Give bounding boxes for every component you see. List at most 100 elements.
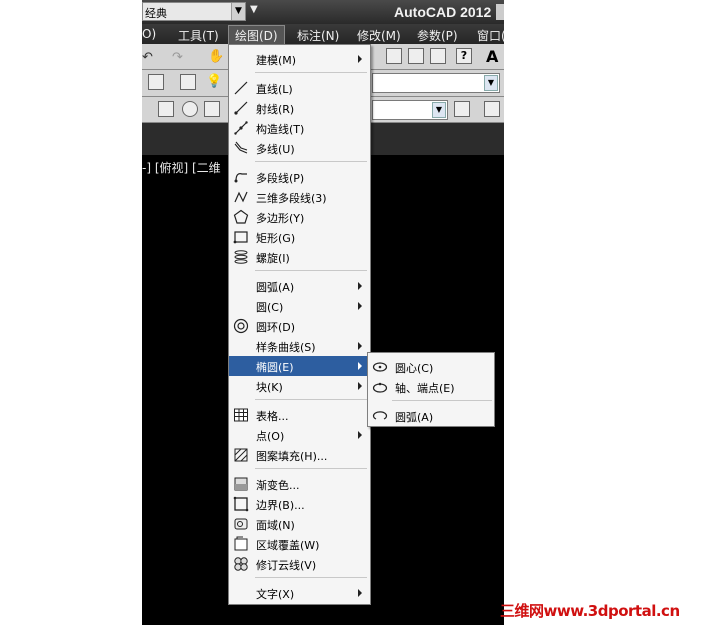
layer-states-icon[interactable]	[180, 74, 196, 90]
polyline-icon	[233, 169, 249, 185]
menu-item-multiline[interactable]: 多线(U)	[229, 138, 370, 158]
workspace-select[interactable]: 经典 ▼	[142, 2, 246, 21]
menu-item-hatch[interactable]: 图案填充(H)...	[229, 445, 370, 465]
menu-separator	[392, 400, 492, 401]
menu-item-view[interactable]: O)	[142, 27, 156, 41]
menu-item-wipeout[interactable]: 区域覆盖(W)	[229, 534, 370, 554]
submenu-arrow-icon	[358, 362, 362, 370]
menu-item-polyline[interactable]: 多段线(P)	[229, 167, 370, 187]
chevron-down-icon[interactable]: ▼	[484, 75, 498, 91]
hatch-icon	[233, 447, 249, 463]
menu-item-point[interactable]: 点(O)	[229, 425, 370, 445]
menu-item-helix[interactable]: 螺旋(I)	[229, 247, 370, 267]
menu-item-modeling[interactable]: 建模(M)	[229, 49, 370, 69]
ellipse-axis-icon	[372, 379, 388, 395]
block-icon[interactable]	[158, 101, 174, 117]
menu-item-rectangle[interactable]: 矩形(G)	[229, 227, 370, 247]
redo-icon[interactable]: ↷	[172, 50, 183, 65]
draw-menu: 建模(M) 直线(L) 射线(R) 构造线(T) 多线(U) 多段线(P) 三维…	[228, 44, 371, 605]
dimension-style-icon[interactable]	[454, 101, 470, 117]
submenu-arrow-icon	[358, 431, 362, 439]
multiline-icon	[233, 140, 249, 156]
boundary-icon	[233, 496, 249, 512]
line-icon	[233, 80, 249, 96]
submenu-arrow-icon	[358, 382, 362, 390]
app-title: AutoCAD 2012	[394, 4, 492, 20]
layer-properties-icon[interactable]	[148, 74, 164, 90]
menu-separator	[255, 161, 367, 162]
submenu-arrow-icon	[358, 55, 362, 63]
window-control-button[interactable]	[496, 4, 504, 20]
menu-item-text[interactable]: 文字(X)	[229, 583, 370, 603]
menu-item-dimension[interactable]: 标注(N)	[297, 27, 339, 44]
submenu-item-arc[interactable]: 圆弧(A)	[368, 406, 494, 426]
menu-item-spline[interactable]: 样条曲线(S)	[229, 336, 370, 356]
sheet-set-icon[interactable]	[408, 48, 424, 64]
text-style-icon[interactable]: A	[486, 47, 498, 66]
menu-item-construction-line[interactable]: 构造线(T)	[229, 118, 370, 138]
menu-item-region[interactable]: 面域(N)	[229, 514, 370, 534]
chevron-down-icon[interactable]: ▼	[231, 3, 245, 20]
menu-item-window[interactable]: 窗口(	[477, 27, 504, 44]
donut-icon	[233, 318, 249, 334]
elliptical-arc-icon	[372, 408, 388, 424]
menu-separator	[255, 468, 367, 469]
workspace-value: 经典	[145, 7, 167, 20]
chevron-down-icon[interactable]: ▼	[432, 102, 446, 118]
menu-separator	[255, 72, 367, 73]
gradient-icon	[233, 476, 249, 492]
menu-item-parametric[interactable]: 参数(P)	[417, 27, 458, 44]
help-icon[interactable]: ?	[456, 48, 472, 64]
ray-icon	[233, 100, 249, 116]
undo-icon[interactable]: ↶	[142, 50, 153, 65]
menu-item-block[interactable]: 块(K)	[229, 376, 370, 396]
menu-item-ray[interactable]: 射线(R)	[229, 98, 370, 118]
menu-item-tools[interactable]: 工具(T)	[178, 27, 219, 44]
layer-dropdown[interactable]: ▼	[372, 73, 500, 93]
watermark-logo: 三维网www.3dportal.cn	[500, 602, 680, 620]
submenu-arrow-icon	[358, 589, 362, 597]
viewport-label[interactable]: -] [俯视] [二维	[142, 159, 221, 176]
ellipse-center-icon	[372, 359, 388, 375]
menu-separator	[255, 577, 367, 578]
submenu-arrow-icon	[358, 342, 362, 350]
brush-icon[interactable]	[484, 101, 500, 117]
match-properties-icon[interactable]	[386, 48, 402, 64]
menu-item-donut[interactable]: 圆环(D)	[229, 316, 370, 336]
check-icon[interactable]	[204, 101, 220, 117]
menu-item-table[interactable]: 表格...	[229, 405, 370, 425]
light-bulb-icon[interactable]: 💡	[206, 74, 222, 89]
polygon-icon	[233, 209, 249, 225]
menu-item-circle[interactable]: 圆(C)	[229, 296, 370, 316]
table-icon	[233, 407, 249, 423]
menu-bar: O) 工具(T) 绘图(D) 标注(N) 修改(M) 参数(P) 窗口(	[142, 24, 504, 46]
rectangle-icon	[233, 229, 249, 245]
linetype-dropdown[interactable]: ▼	[372, 100, 448, 120]
circle-plus-icon[interactable]	[182, 101, 198, 117]
submenu-item-axis-end[interactable]: 轴、端点(E)	[368, 377, 494, 397]
menu-item-ellipse[interactable]: 椭圆(E)	[229, 356, 370, 376]
menu-item-revision-cloud[interactable]: 修订云线(V)	[229, 554, 370, 574]
menu-item-arc[interactable]: 圆弧(A)	[229, 276, 370, 296]
menu-item-3d-polyline[interactable]: 三维多段线(3)	[229, 187, 370, 207]
menu-separator	[255, 270, 367, 271]
menu-item-draw[interactable]: 绘图(D)	[228, 25, 285, 46]
menu-item-polygon[interactable]: 多边形(Y)	[229, 207, 370, 227]
menu-item-gradient[interactable]: 渐变色...	[229, 474, 370, 494]
helix-icon	[233, 249, 249, 265]
wipeout-icon	[233, 536, 249, 552]
ellipse-submenu: 圆心(C) 轴、端点(E) 圆弧(A)	[367, 352, 495, 427]
title-bar: 经典 ▼ ▼ AutoCAD 2012	[142, 0, 504, 24]
construction-line-icon	[233, 120, 249, 136]
revision-cloud-icon	[233, 556, 249, 572]
calculator-icon[interactable]	[430, 48, 446, 64]
menu-item-modify[interactable]: 修改(M)	[357, 27, 401, 44]
menu-separator	[255, 399, 367, 400]
submenu-arrow-icon	[358, 282, 362, 290]
pan-hand-icon[interactable]: ✋	[208, 49, 224, 64]
3d-polyline-icon	[233, 189, 249, 205]
submenu-item-center[interactable]: 圆心(C)	[368, 357, 494, 377]
menu-item-boundary[interactable]: 边界(B)...	[229, 494, 370, 514]
menu-item-line[interactable]: 直线(L)	[229, 78, 370, 98]
quick-access-dropdown-icon[interactable]: ▼	[250, 4, 258, 15]
